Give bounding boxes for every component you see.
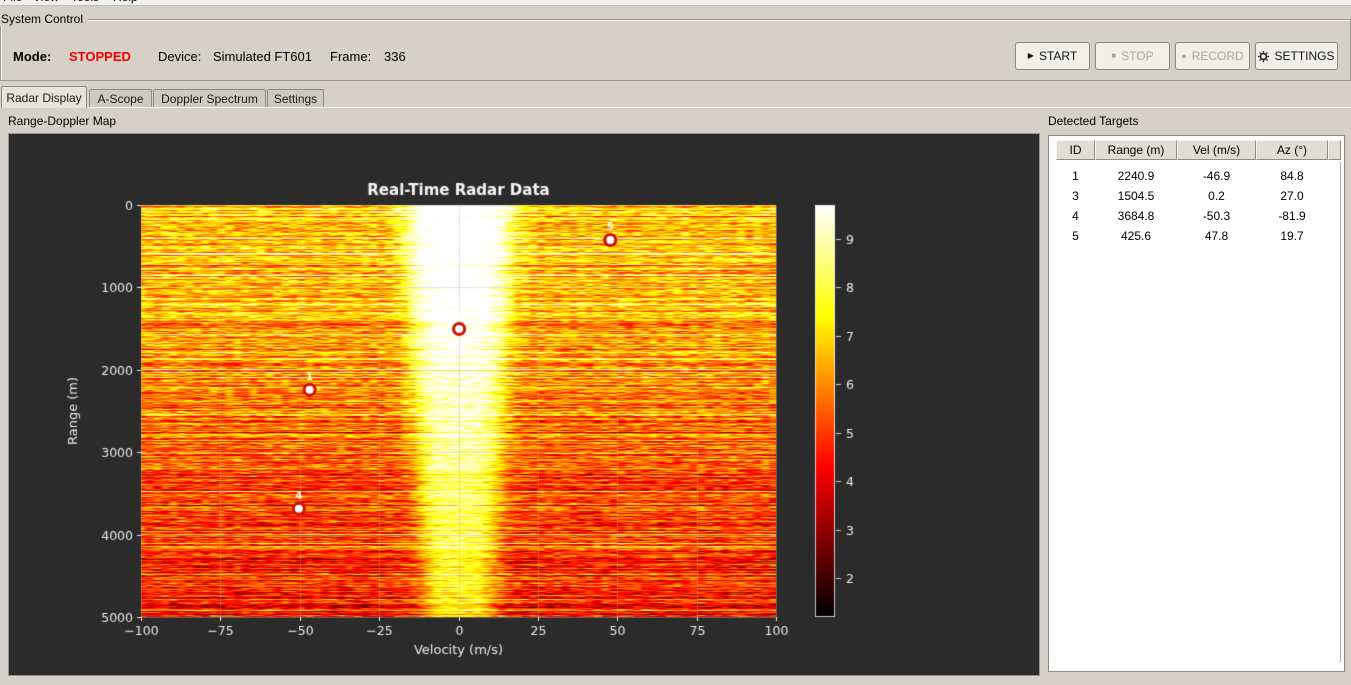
frame-value: 336 — [384, 49, 406, 64]
table-cell: 425.6 — [1120, 229, 1152, 243]
table-inner-edge — [1340, 162, 1341, 662]
menu-item-tools[interactable]: Tools — [71, 0, 99, 4]
tab-pane-edge — [0, 107, 1351, 108]
play-icon: ▶ — [1027, 51, 1034, 60]
tab-doppler-spectrum[interactable]: Doppler Spectrum — [153, 89, 266, 108]
table-cell: -81.9 — [1278, 209, 1306, 223]
settings-button[interactable]: SETTINGS — [1255, 42, 1338, 70]
table-row[interactable]: 4 3684.8 -50.3 -81.9 — [1049, 206, 1344, 226]
detected-targets-title: Detected Targets — [1048, 114, 1139, 128]
range-doppler-canvas — [9, 134, 1039, 675]
range-doppler-map-panel — [8, 133, 1040, 676]
tab-settings[interactable]: Settings — [267, 89, 324, 108]
frame-label: Frame: — [330, 49, 372, 64]
stop-icon: ■ — [1111, 51, 1117, 60]
table-cell: 1504.5 — [1117, 189, 1155, 203]
tab-a-scope[interactable]: A-Scope — [89, 89, 152, 108]
record-button[interactable]: ● RECORD — [1175, 42, 1250, 70]
mode-value: STOPPED — [69, 49, 131, 64]
table-row[interactable]: 1 2240.9 -46.9 84.8 — [1049, 166, 1344, 186]
stop-button[interactable]: ■ STOP — [1095, 42, 1170, 70]
column-header[interactable]: Range (m) — [1095, 140, 1177, 160]
detected-targets-table: ID Range (m) Vel (m/s) Az (°) 1 2240.9 -46.9 84… — [1048, 135, 1345, 672]
table-cell: 84.8 — [1280, 169, 1304, 183]
table-cell: 4 — [1072, 209, 1079, 223]
table-cell: 3684.8 — [1117, 209, 1155, 223]
menu-item-view[interactable]: View — [33, 0, 59, 4]
gear-icon — [1258, 50, 1270, 62]
column-header[interactable]: Az (°) — [1256, 140, 1328, 160]
mode-label: Mode: — [13, 49, 52, 64]
system-control-group: Mode: STOPPED Device: Simulated FT601 Fr… — [0, 19, 1351, 81]
table-row[interactable]: 5 425.6 47.8 19.7 — [1049, 226, 1344, 246]
table-cell: 1 — [1072, 169, 1079, 183]
table-cell: 19.7 — [1280, 229, 1304, 243]
app-window: { "menu": {"items": ["File", "View", "To… — [0, 0, 1351, 685]
table-cell: 3 — [1072, 189, 1079, 203]
table-cell: -50.3 — [1202, 209, 1231, 223]
system-control-title: System Control — [0, 12, 89, 26]
table-cell: 5 — [1072, 229, 1079, 243]
table-cell: 0.2 — [1208, 189, 1225, 203]
menu-item-help[interactable]: Help — [113, 0, 138, 4]
column-header[interactable]: Vel (m/s) — [1177, 140, 1256, 160]
table-cell: 47.8 — [1204, 229, 1229, 243]
menu-item-file[interactable]: File — [3, 0, 22, 4]
column-header[interactable]: ID — [1056, 140, 1095, 160]
device-value: Simulated FT601 — [213, 49, 312, 64]
range-doppler-map-title: Range-Doppler Map — [8, 114, 117, 128]
table-cell: -46.9 — [1202, 169, 1231, 183]
table-cell: 2240.9 — [1117, 169, 1155, 183]
tab-radar-display[interactable]: Radar Display — [1, 86, 87, 108]
table-cell: 27.0 — [1280, 189, 1304, 203]
menu-bar: File View Tools Help — [0, 0, 1351, 6]
column-header[interactable] — [1328, 140, 1341, 160]
device-label: Device: — [158, 49, 202, 64]
start-button[interactable]: ▶ START — [1015, 42, 1090, 70]
table-row[interactable]: 3 1504.5 0.2 27.0 — [1049, 186, 1344, 206]
record-icon: ● — [1181, 50, 1187, 61]
